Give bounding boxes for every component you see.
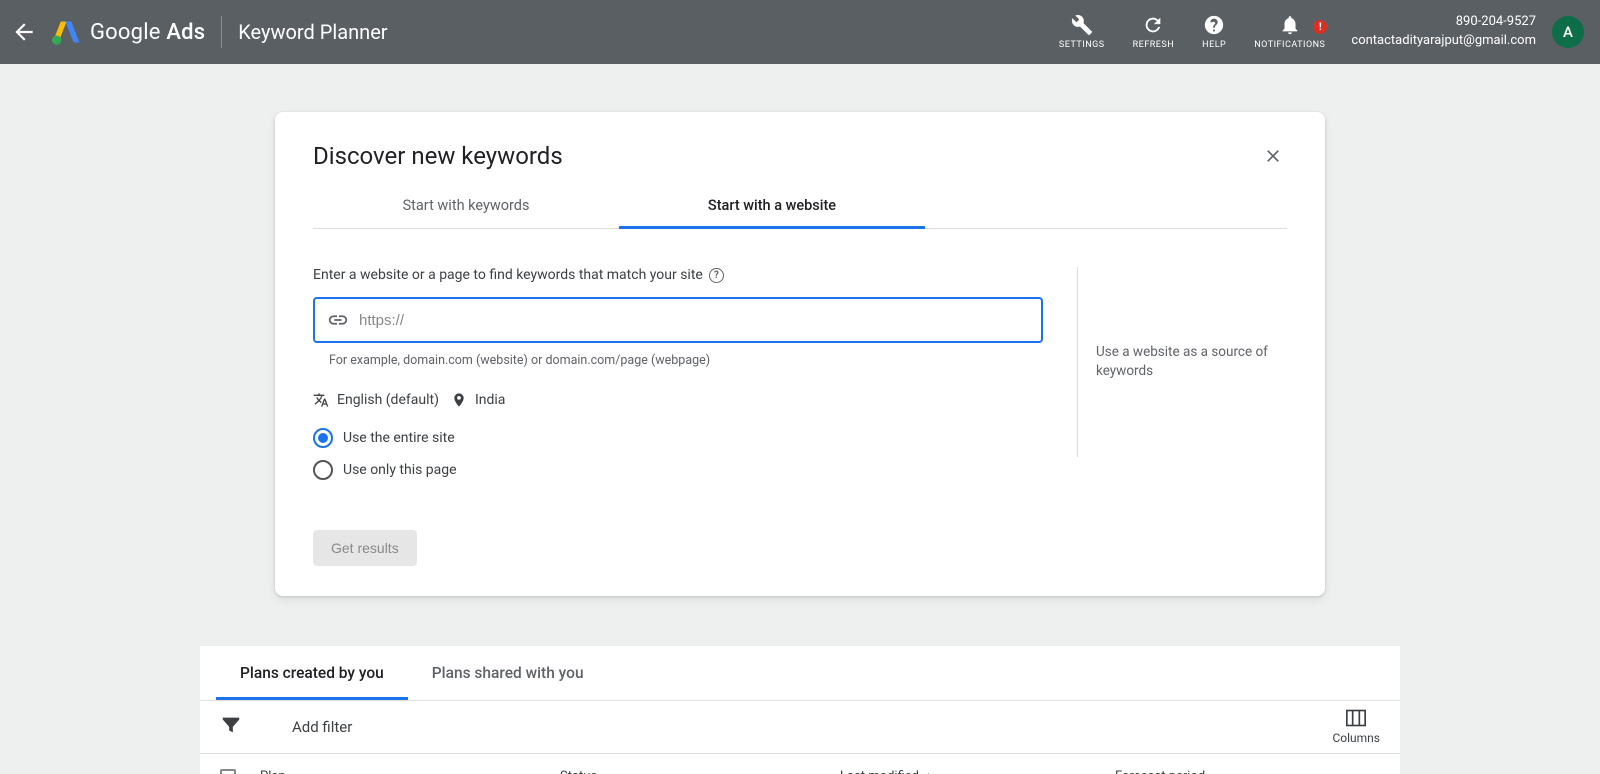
link-icon — [327, 309, 349, 331]
add-filter-button[interactable]: Add filter — [292, 718, 352, 736]
radio-entire-site[interactable]: Use the entire site — [313, 422, 1043, 454]
google-ads-logo-icon — [52, 18, 80, 46]
back-button[interactable] — [0, 19, 48, 45]
account-id: 890-204-9527 — [1456, 13, 1536, 32]
url-field-label: Enter a website or a page to find keywor… — [313, 267, 1043, 283]
select-all-checkbox[interactable] — [220, 769, 236, 774]
location-pin-icon — [451, 392, 467, 408]
close-icon — [1263, 146, 1283, 166]
col-status[interactable]: Status — [560, 769, 840, 774]
tab-start-website[interactable]: Start with a website — [619, 185, 925, 229]
filter-button[interactable] — [220, 714, 242, 740]
col-forecast-period[interactable]: Forecast period — [1115, 769, 1380, 774]
brand-text: Google Ads — [90, 20, 205, 45]
main-scroll[interactable]: Discover new keywords Start with keyword… — [0, 64, 1600, 774]
col-plan[interactable]: Plan — [260, 769, 560, 774]
vertical-divider — [221, 16, 222, 48]
radio-only-page[interactable]: Use only this page — [313, 454, 1043, 486]
language-chip[interactable]: English (default) — [337, 392, 439, 408]
url-input[interactable] — [359, 312, 1029, 329]
tab-plans-shared[interactable]: Plans shared with you — [408, 646, 608, 700]
account-email: contactadityarajput@gmail.com — [1351, 32, 1536, 51]
page-title: Keyword Planner — [238, 20, 387, 44]
account-info[interactable]: 890-204-9527 contactadityarajput@gmail.c… — [1339, 13, 1548, 51]
scope-radio-group: Use the entire site Use only this page — [313, 422, 1043, 486]
bell-icon — [1279, 14, 1301, 36]
refresh-button[interactable]: REFRESH — [1119, 14, 1189, 50]
side-tip: Use a website as a source of keywords — [1077, 267, 1287, 457]
url-hint: For example, domain.com (website) or dom… — [329, 353, 1043, 368]
columns-icon — [1346, 709, 1366, 727]
tab-plans-mine[interactable]: Plans created by you — [216, 646, 408, 700]
plans-panel: Plans created by you Plans shared with y… — [200, 646, 1400, 774]
app-header: Google Ads Keyword Planner SETTINGS REFR… — [0, 0, 1600, 64]
help-icon[interactable]: ? — [709, 268, 724, 283]
columns-button[interactable]: Columns — [1332, 709, 1380, 745]
plans-tabs: Plans created by you Plans shared with y… — [200, 646, 1400, 700]
notification-badge: ! — [1313, 20, 1327, 34]
avatar[interactable]: A — [1552, 16, 1584, 48]
brand-block: Google Ads — [48, 18, 205, 46]
card-tabs: Start with keywords Start with a website — [313, 185, 1287, 229]
help-button[interactable]: HELP — [1188, 14, 1240, 50]
card-title: Discover new keywords — [313, 142, 563, 170]
filter-icon — [220, 714, 242, 736]
url-input-wrap[interactable] — [313, 297, 1043, 343]
help-circle-icon — [1203, 14, 1225, 36]
settings-button[interactable]: SETTINGS — [1045, 14, 1119, 50]
get-results-button[interactable]: Get results — [313, 530, 417, 566]
discover-keywords-card: Discover new keywords Start with keyword… — [275, 112, 1325, 596]
plans-toolbar: Add filter Columns — [200, 700, 1400, 754]
col-last-modified[interactable]: Last modified ↓ — [840, 768, 1115, 774]
sort-arrow-down-icon: ↓ — [925, 768, 932, 774]
radio-unchecked-icon — [313, 460, 333, 480]
targeting-chips: English (default) India — [313, 392, 1043, 408]
refresh-icon — [1142, 14, 1164, 36]
location-chip[interactable]: India — [475, 392, 505, 408]
plans-table-header: Plan Status Last modified ↓ Forecast per… — [200, 754, 1400, 774]
notifications-button[interactable]: ! NOTIFICATIONS — [1240, 14, 1339, 50]
translate-icon — [313, 392, 329, 408]
tab-start-keywords[interactable]: Start with keywords — [313, 185, 619, 228]
wrench-icon — [1071, 14, 1093, 36]
radio-checked-icon — [313, 428, 333, 448]
close-button[interactable] — [1259, 142, 1287, 175]
